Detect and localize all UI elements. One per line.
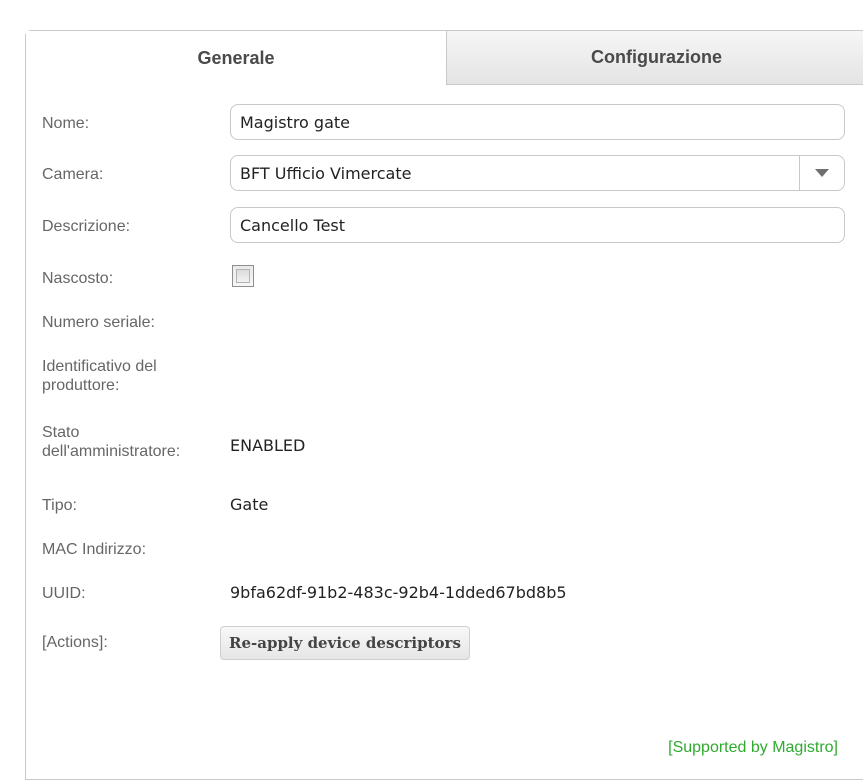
descrizione-input[interactable] (240, 215, 844, 235)
numero-seriale-label: Numero seriale: (42, 314, 155, 331)
nascosto-label: Nascosto: (42, 270, 114, 287)
identificativo-label: Identificativo del produttore: (42, 357, 157, 395)
uuid-label: UUID: (42, 585, 86, 602)
tab-configurazione[interactable]: Configurazione (446, 31, 863, 85)
tipo-label: Tipo: (42, 497, 77, 514)
stato-label: Stato dell'amministratore: (42, 423, 180, 461)
nome-label: Nome: (42, 115, 90, 132)
tipo-value: Gate (230, 495, 269, 514)
nome-input[interactable] (240, 112, 844, 132)
stato-value: ENABLED (230, 436, 306, 455)
identificativo-label-line1: Identificativo del (42, 358, 157, 375)
supported-by-footer: [Supported by Magistro] (668, 739, 838, 756)
tab-generale[interactable]: Generale (26, 31, 446, 85)
device-properties-panel: Generale Configurazione Nome: Camera: BF… (25, 30, 863, 780)
actions-label: [Actions]: (42, 634, 108, 651)
camera-dropdown-toggle[interactable] (799, 156, 844, 190)
stato-label-line1: Stato (42, 424, 80, 441)
nascosto-checkbox[interactable] (232, 265, 254, 287)
descrizione-field[interactable] (230, 207, 845, 243)
camera-selected-value: BFT Ufficio Vimercate (240, 163, 412, 183)
camera-select[interactable]: BFT Ufficio Vimercate (230, 155, 845, 191)
descrizione-label: Descrizione: (42, 218, 131, 235)
uuid-value: 9bfa62df-91b2-483c-92b4-1dded67bd8b5 (230, 583, 567, 602)
reapply-descriptors-button[interactable]: Re-apply device descriptors (220, 626, 470, 660)
mac-label: MAC Indirizzo: (42, 541, 147, 558)
camera-label: Camera: (42, 166, 104, 183)
stato-label-line2: dell'amministratore: (42, 443, 181, 460)
identificativo-label-line2: produttore: (42, 377, 120, 394)
chevron-down-icon (815, 169, 829, 177)
tab-bar: Generale Configurazione (26, 31, 863, 85)
nome-field[interactable] (230, 104, 845, 140)
